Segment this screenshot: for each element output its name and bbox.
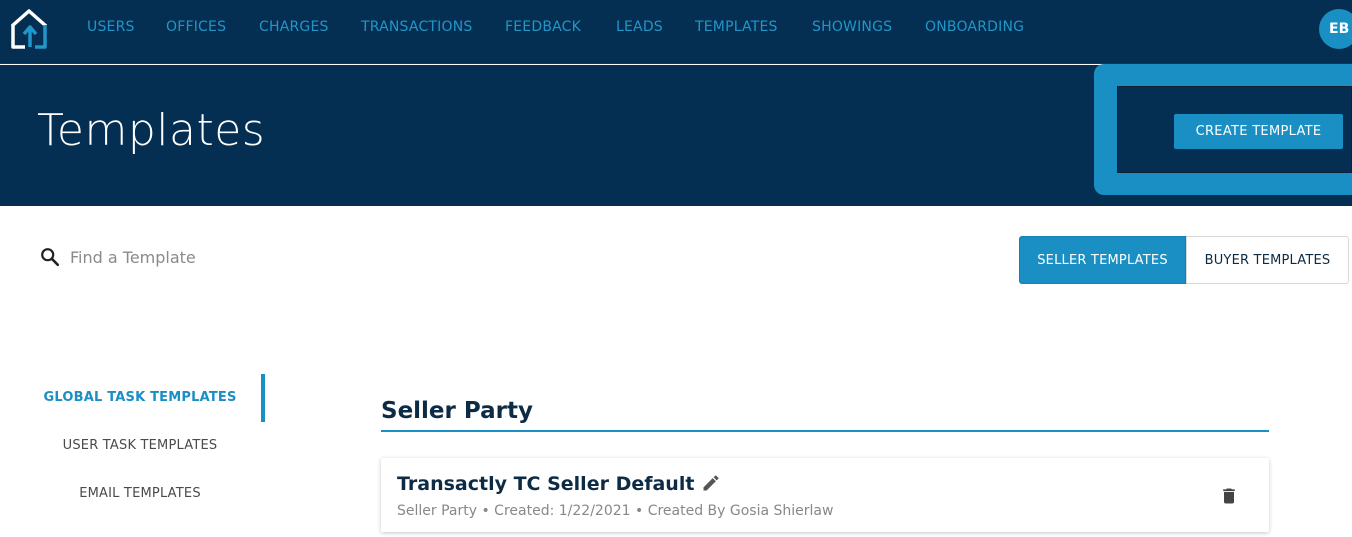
sidebar-item-email-templates[interactable]: EMAIL TEMPLATES <box>8 486 272 501</box>
template-card[interactable]: Transactly TC Seller Default Seller Part… <box>381 458 1269 532</box>
sidebar-active-indicator <box>261 374 265 422</box>
house-logo-icon[interactable] <box>9 8 49 50</box>
buyer-templates-toggle[interactable]: BUYER TEMPLATES <box>1186 236 1349 284</box>
search-icon <box>41 248 60 267</box>
create-template-button[interactable]: CREATE TEMPLATE <box>1174 114 1343 149</box>
user-avatar[interactable]: EB <box>1319 9 1352 49</box>
nav-onboarding[interactable]: ONBOARDING <box>925 19 1024 35</box>
sidebar-item-global-task-templates[interactable]: GLOBAL TASK TEMPLATES <box>8 390 272 405</box>
pencil-edit-icon[interactable] <box>701 473 721 493</box>
nav-feedback[interactable]: FEEDBACK <box>505 19 581 35</box>
seller-templates-toggle[interactable]: SELLER TEMPLATES <box>1019 236 1186 284</box>
top-nav-bar: USERS OFFICES CHARGES TRANSACTIONS FEEDB… <box>0 0 1352 64</box>
nav-charges[interactable]: CHARGES <box>259 19 329 35</box>
nav-templates[interactable]: TEMPLATES <box>695 19 778 35</box>
sidebar-item-user-task-templates[interactable]: USER TASK TEMPLATES <box>8 438 272 453</box>
nav-users[interactable]: USERS <box>87 19 135 35</box>
nav-transactions[interactable]: TRANSACTIONS <box>361 19 472 35</box>
nav-leads[interactable]: LEADS <box>616 19 663 35</box>
page-header: Templates CREATE TEMPLATE <box>0 64 1352 206</box>
search-input[interactable] <box>70 240 370 274</box>
template-name: Transactly TC Seller Default <box>397 473 695 495</box>
template-meta: Seller Party • Created: 1/22/2021 • Crea… <box>397 503 834 519</box>
page-title: Templates <box>37 105 266 156</box>
nav-offices[interactable]: OFFICES <box>166 19 226 35</box>
nav-showings[interactable]: SHOWINGS <box>812 19 892 35</box>
section-divider <box>381 430 1269 432</box>
trash-delete-icon[interactable] <box>1219 485 1239 507</box>
section-title: Seller Party <box>381 398 533 424</box>
